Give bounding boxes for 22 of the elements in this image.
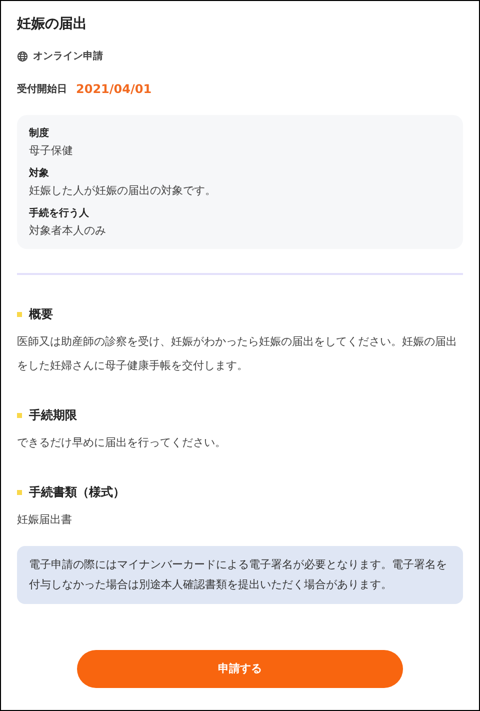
info-value: 対象者本人のみ (29, 223, 107, 239)
section-body: 医師又は助産師の診察を受け、妊娠がわかったら妊娠の届出をしてください。妊娠の届出をした妊婦さんに母子健康手帳を交付します。 (17, 334, 458, 374)
start-date-label: 受付開始日 (17, 82, 67, 96)
info-label: 制度 (29, 127, 50, 141)
info-label: 手続を行う人 (29, 207, 90, 221)
bullet-icon (17, 490, 22, 494)
page-title: 妊娠の届出 (17, 15, 88, 34)
section-body: できるだけ早めに届出を行ってください。 (17, 435, 227, 451)
section-heading: 概要 (29, 306, 53, 323)
bullet-icon (17, 312, 22, 316)
section-body: 妊娠届出書 (17, 512, 73, 528)
submit-button[interactable]: 申請する (77, 650, 403, 688)
info-label: 対象 (29, 167, 50, 181)
info-value: 母子保健 (29, 143, 74, 159)
section-heading: 手続期限 (29, 407, 77, 424)
start-date-value: 2021/04/01 (76, 81, 152, 98)
bullet-icon (17, 412, 22, 418)
notice-box: 電子申請の際にはマイナンバーカードによる電子署名が必要となります。電子署名を付与しなかった場合は別途本人確認書類を提出いただく場合があります。 (17, 546, 463, 604)
section-heading: 手続書類（様式） (29, 484, 125, 501)
info-value: 妊娠した人が妊娠の届出の対象です。 (29, 183, 217, 199)
application-method: オンライン申請 (33, 50, 103, 64)
globe-icon (17, 51, 28, 62)
